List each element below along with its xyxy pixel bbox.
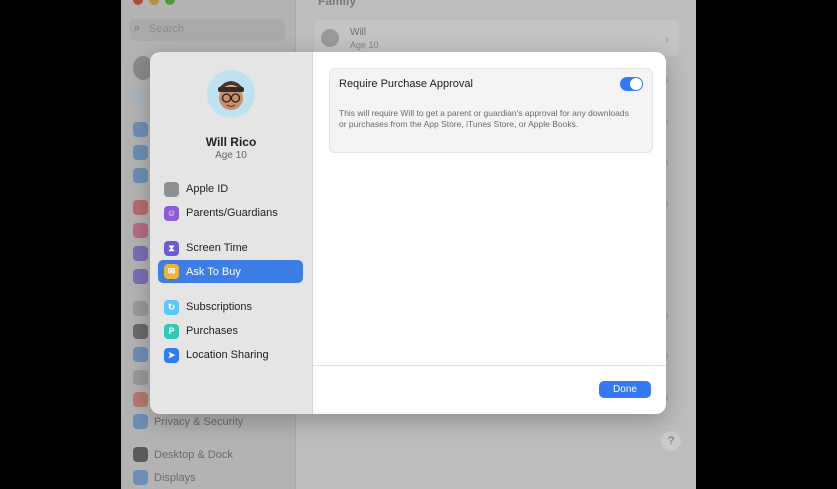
wifi-icon[interactable] xyxy=(133,122,148,137)
hourglass-icon: ⧗ xyxy=(164,240,179,256)
search-placeholder: Search xyxy=(149,23,184,35)
appearance-icon[interactable] xyxy=(133,324,148,339)
purchase-approval-description: This will require Will to get a parent o… xyxy=(339,108,629,129)
network-icon[interactable] xyxy=(133,168,148,183)
sound-icon[interactable] xyxy=(133,223,148,238)
minimize-window-button[interactable] xyxy=(149,0,159,5)
nav-label: Location Sharing xyxy=(186,349,269,361)
dock-icon xyxy=(133,447,148,462)
sidebar-item-desktop-dock[interactable]: Desktop & Dock xyxy=(133,447,233,462)
bluetooth-icon[interactable] xyxy=(133,145,148,160)
nav-parents-guardians[interactable]: ☺ Parents/Guardians xyxy=(158,202,303,224)
apple-icon xyxy=(164,181,179,197)
zoom-window-button[interactable] xyxy=(165,0,175,5)
ask-to-buy-icon: ✉ xyxy=(164,264,179,279)
accessibility-icon[interactable] xyxy=(133,347,148,362)
help-button[interactable]: ? xyxy=(661,431,681,451)
toggle-knob xyxy=(630,78,642,90)
divider xyxy=(313,365,666,366)
done-button[interactable]: Done xyxy=(599,381,651,398)
sheet-sidebar: Will Rico Age 10 Apple ID ☺ Parents/Guar… xyxy=(150,52,312,414)
search-icon: ⌕ xyxy=(134,22,141,34)
parents-icon: ☺ xyxy=(164,205,179,221)
nav-label: Ask To Buy xyxy=(186,265,241,278)
nav-label: Screen Time xyxy=(186,242,248,254)
purchase-approval-panel: Require Purchase Approval This will requ… xyxy=(329,68,653,153)
nav-label: Subscriptions xyxy=(186,301,253,313)
family-member-row[interactable]: Will Age 10 xyxy=(314,20,679,56)
family-icon[interactable] xyxy=(133,89,148,104)
member-age: Age 10 xyxy=(350,40,379,50)
general-icon[interactable] xyxy=(133,301,148,316)
memoji-avatar xyxy=(207,70,255,118)
nav-label: Apple ID xyxy=(186,183,229,195)
sidebar-item-privacy[interactable]: Privacy & Security xyxy=(133,414,243,429)
require-purchase-approval-label: Require Purchase Approval xyxy=(339,78,473,90)
nav-label: Purchases xyxy=(186,325,238,337)
nav-screen-time[interactable]: ⧗ Screen Time xyxy=(158,237,303,259)
control-center-icon[interactable] xyxy=(133,370,148,385)
sidebar-item-label: Privacy & Security xyxy=(154,415,244,428)
sidebar-item-displays[interactable]: Displays xyxy=(133,470,196,485)
avatar xyxy=(321,29,339,47)
require-purchase-approval-toggle[interactable] xyxy=(620,77,643,91)
focus-icon[interactable] xyxy=(133,246,148,261)
sidebar-item-label: Desktop & Dock xyxy=(154,448,233,461)
nav-label: Parents/Guardians xyxy=(186,207,278,219)
nav-purchases[interactable]: P Purchases xyxy=(158,320,303,342)
sheet-content: Require Purchase Approval This will requ… xyxy=(312,52,666,414)
page-title: Family xyxy=(318,0,357,8)
sidebar-item-label: Displays xyxy=(154,471,196,484)
user-age: Age 10 xyxy=(215,150,247,161)
member-name: Will xyxy=(350,27,367,38)
search-field[interactable]: ⌕ Search xyxy=(129,19,285,41)
siri-icon[interactable] xyxy=(133,392,148,407)
screen-time-icon[interactable] xyxy=(133,269,148,284)
display-icon xyxy=(133,470,148,485)
notifications-icon[interactable] xyxy=(133,200,148,215)
close-window-button[interactable] xyxy=(133,0,143,5)
nav-apple-id[interactable]: Apple ID xyxy=(158,178,303,200)
nav-location-sharing[interactable]: ➤ Location Sharing xyxy=(158,344,303,366)
nav-ask-to-buy[interactable]: ✉ Ask To Buy xyxy=(158,260,303,283)
family-member-sheet: Will Rico Age 10 Apple ID ☺ Parents/Guar… xyxy=(150,52,666,414)
user-name: Will Rico xyxy=(205,135,257,149)
purchases-icon: P xyxy=(164,323,179,339)
hand-icon xyxy=(133,414,148,429)
chevron-right-icon: › xyxy=(665,32,669,46)
nav-subscriptions[interactable]: ↻ Subscriptions xyxy=(158,296,303,318)
location-arrow-icon: ➤ xyxy=(164,347,179,363)
subscriptions-icon: ↻ xyxy=(164,299,179,315)
